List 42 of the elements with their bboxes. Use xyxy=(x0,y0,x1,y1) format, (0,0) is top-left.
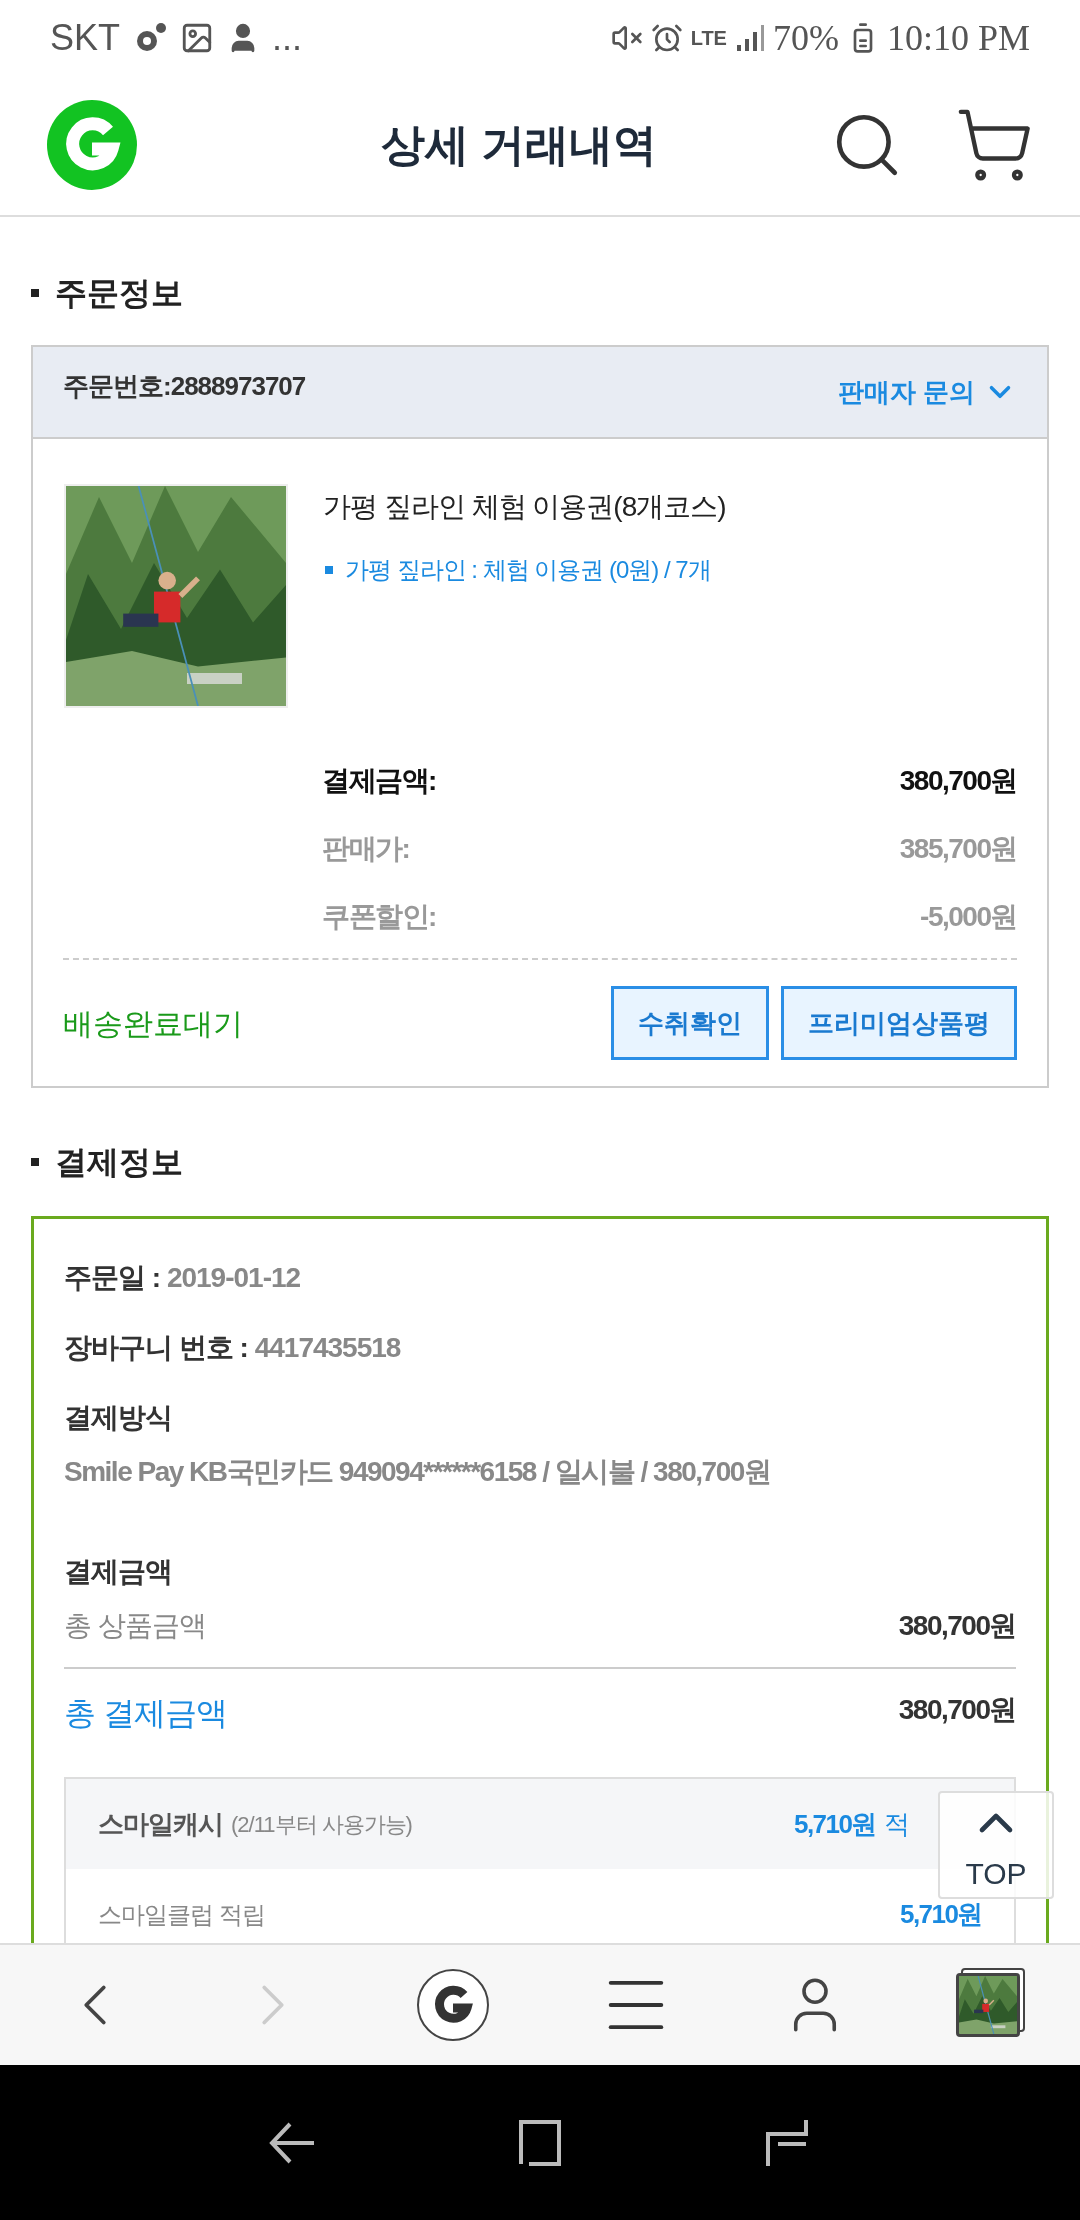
action-button[interactable]: 수취확인 xyxy=(611,986,769,1060)
reward-suffix: 적 xyxy=(884,1807,910,1841)
price-label: 쿠폰할인: xyxy=(322,900,436,934)
network-text: LTE xyxy=(690,25,727,51)
info-text: 장바구니 번호 : 4417435518 xyxy=(64,1331,402,1365)
page-title: 상세 거래내역 xyxy=(380,119,658,171)
option-text: 가평 짚라인 : 체험 이용권 (0원) / 7개 xyxy=(345,555,711,585)
bullet-icon xyxy=(325,566,333,574)
section-title: 결제정보 xyxy=(55,1143,183,1182)
delivery-status: 배송완료대기 xyxy=(63,1005,243,1042)
reward-label: 스마일캐시 xyxy=(98,1807,223,1841)
reward-label: 스마일클럽 적립 xyxy=(98,1899,265,1930)
action-button[interactable]: 프리미엄상품평 xyxy=(781,986,1017,1060)
amount-label: 결제금액 xyxy=(64,1555,173,1589)
info-text: 주문일 : 2019-01-12 xyxy=(64,1261,302,1295)
order-number-text: 주문번호:2888973707 xyxy=(63,369,306,403)
price-value: -5,000원 xyxy=(920,900,1017,934)
signal-icon xyxy=(734,22,765,53)
reward-note: (2/11부터 사용가능) xyxy=(231,1810,412,1839)
price-label: 결제금액: xyxy=(322,764,436,798)
top-button[interactable]: TOP xyxy=(938,1791,1054,1899)
seller-inquiry-link[interactable]: 판매자 문의 xyxy=(837,372,1017,412)
price-value: 385,700원 xyxy=(899,832,1017,866)
total-label: 총 결제금액 xyxy=(64,1694,227,1733)
method-text: Smile Pay KB국민카드 949094******6158 / 일시불 / 380,700원 xyxy=(64,1455,772,1489)
battery-text: 70% xyxy=(772,16,839,60)
bullet-icon xyxy=(31,1158,39,1166)
price-value: 380,700원 xyxy=(899,764,1017,798)
bullet-icon xyxy=(31,289,39,297)
product-name: 가평 짚라인 체험 이용권(8개코스) xyxy=(323,490,726,524)
subtotal-label: 총 상품금액 xyxy=(64,1609,206,1643)
price-label: 판매가: xyxy=(322,832,410,866)
reward-value: 5,710원 xyxy=(793,1807,876,1841)
more-text: ... xyxy=(272,15,303,60)
time-text: 10:10 PM xyxy=(886,16,1030,60)
total-value: 380,700원 xyxy=(898,1693,1016,1727)
method-label: 결제방식 xyxy=(64,1401,173,1435)
reward-value: 5,710원 xyxy=(899,1898,982,1931)
subtotal-value: 380,700원 xyxy=(898,1609,1016,1643)
home-logo-icon[interactable] xyxy=(416,1968,490,2042)
carrier-text: SKT xyxy=(50,15,120,60)
section-title: 주문정보 xyxy=(55,274,183,313)
